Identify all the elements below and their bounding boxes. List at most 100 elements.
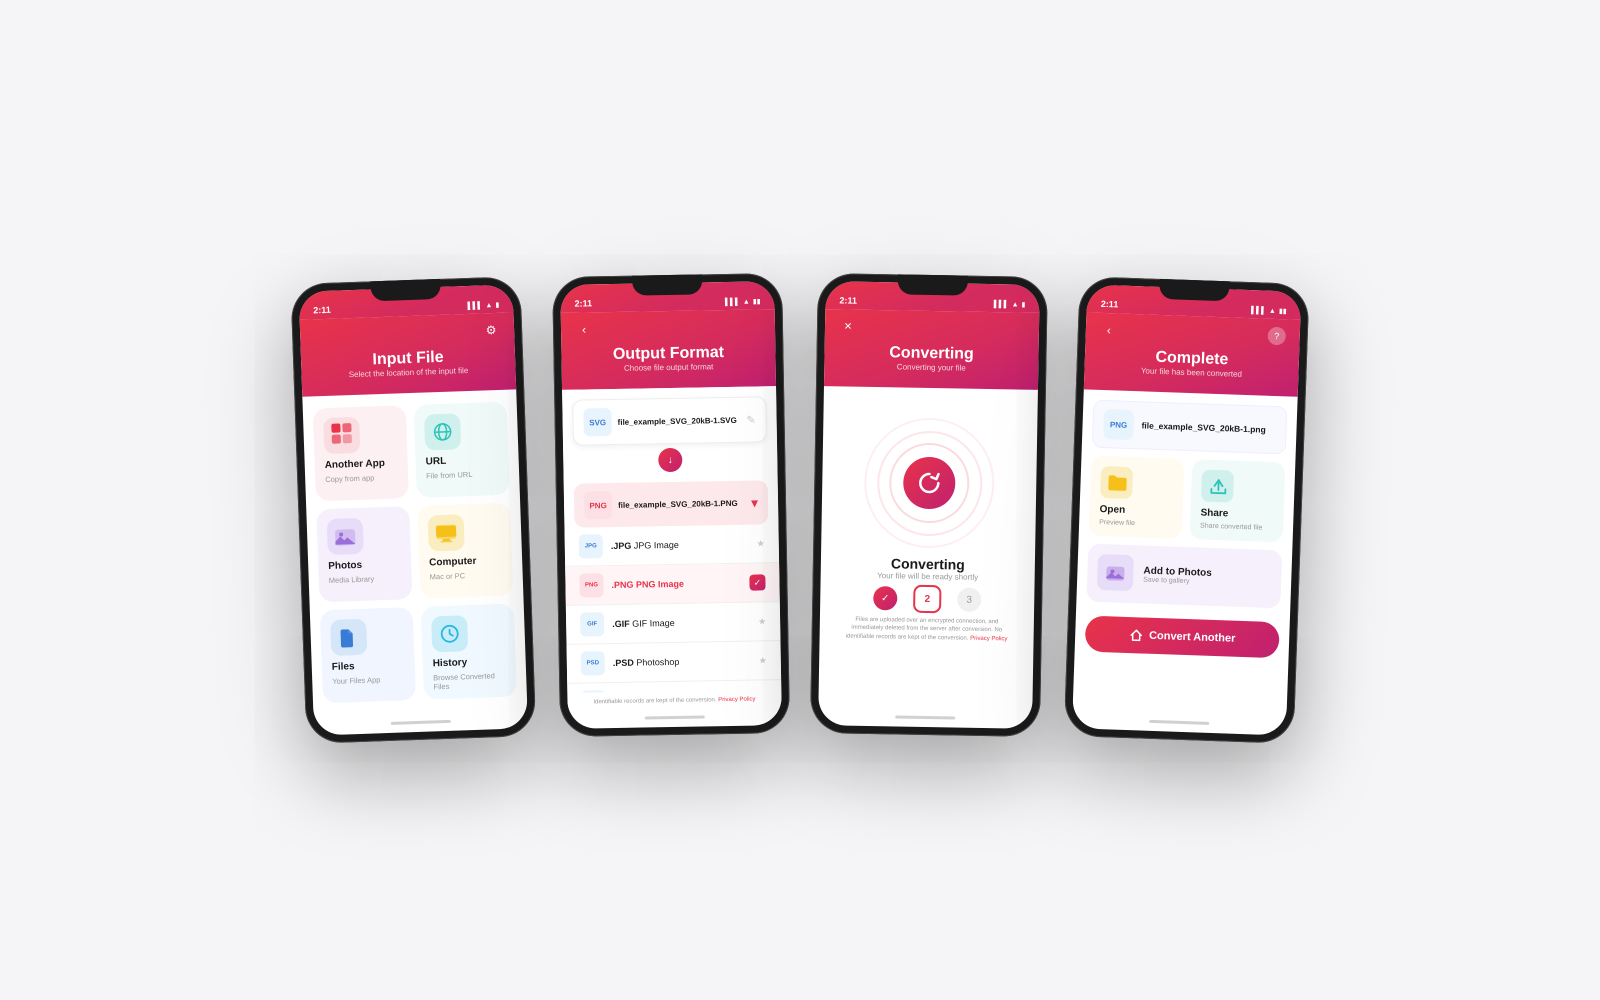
computer-icon-wrap — [428, 514, 465, 551]
header-3: ✕ Converting Converting your file — [824, 309, 1039, 390]
gif-format-icon: GIF — [580, 612, 604, 636]
back-button-2[interactable]: ‹ — [575, 320, 593, 338]
wifi-icon-3: ▲ — [1012, 301, 1019, 308]
edit-icon[interactable]: ✎ — [746, 413, 755, 426]
history-icon — [435, 619, 464, 648]
expand-icon[interactable]: ▾ — [751, 494, 758, 511]
photos-icon — [331, 522, 360, 551]
phone-1: 2:11 ▌▌▌ ▲ ▮ ⚙ Input File Select the loc… — [290, 276, 536, 744]
nav-left-1 — [314, 336, 332, 337]
add-to-photos-button[interactable]: Add to Photos Save to gallery — [1086, 544, 1282, 609]
screen-2-subtitle: Choose file output format — [576, 361, 762, 373]
back-button-4[interactable]: ‹ — [1100, 321, 1119, 340]
card-computer[interactable]: Computer Mac or PC — [417, 503, 513, 599]
header-2: ‹ Output Format Choose file output forma… — [561, 309, 776, 390]
format-item-png[interactable]: PNG .PNG PNG Image ✓ — [565, 563, 780, 606]
format-item-gif[interactable]: GIF .GIF GIF Image ★ — [566, 602, 781, 645]
input-file-grid: Another App Copy from app URL — [302, 389, 527, 715]
another-app-icon-wrap — [323, 417, 360, 454]
url-label: URL — [425, 454, 498, 468]
notch-1 — [370, 279, 441, 301]
screen-3: 2:11 ▌▌▌ ▲ ▮ ✕ Converting Converting you… — [818, 281, 1040, 729]
url-icon-wrap — [424, 413, 461, 450]
add-photos-icon — [1097, 554, 1134, 591]
input-file-name: file_example_SVG_20kB-1.SVG — [618, 415, 747, 426]
png-label: .PNG PNG Image — [611, 578, 741, 590]
input-file-bar[interactable]: SVG file_example_SVG_20kB-1.SVG ✎ — [572, 396, 767, 445]
gif-label: .GIF GIF Image — [612, 617, 750, 629]
history-sublabel: Browse Converted Files — [433, 671, 507, 692]
files-icon — [334, 623, 363, 652]
phone-2: 2:11 ▌▌▌ ▲ ▮▮ ‹ Output Format Choose fil… — [552, 273, 790, 737]
card-url[interactable]: URL File from URL — [414, 402, 510, 498]
share-button[interactable]: Share Share converted file — [1190, 459, 1286, 542]
converting-sublabel: Your file will be ready shortly — [877, 571, 978, 582]
home-indicator-4 — [1149, 719, 1209, 724]
status-time-1: 2:11 — [313, 305, 331, 316]
jpg-star: ★ — [757, 538, 765, 549]
privacy-link-3[interactable]: Privacy Policy — [970, 636, 1007, 643]
photos-icon-wrap — [327, 518, 364, 555]
card-history[interactable]: History Browse Converted Files — [421, 604, 517, 700]
spinner-container — [863, 417, 995, 549]
status-icons-3: ▌▌▌ ▲ ▮ — [994, 300, 1026, 309]
add-photos-text: Add to Photos Save to gallery — [1143, 566, 1212, 586]
card-photos[interactable]: Photos Media Library — [316, 506, 412, 602]
card-files[interactable]: Files Your Files App — [320, 607, 416, 703]
share-label: Share — [1200, 507, 1273, 521]
converting-text-area: Converting Your file will be ready short… — [877, 555, 979, 582]
converting-body: Converting Your file will be ready short… — [819, 386, 1038, 654]
psd-star: ★ — [759, 655, 767, 666]
signal-icon-3: ▌▌▌ — [994, 301, 1009, 308]
home-indicator-3 — [895, 715, 955, 719]
status-icons-4: ▌▌▌ ▲ ▮▮ — [1251, 306, 1287, 315]
arrow-down-container: ↓ — [563, 442, 778, 478]
converting-privacy: Files are uploaded over an encrypted con… — [830, 615, 1024, 644]
battery-icon: ▮ — [495, 301, 499, 309]
privacy-link-2[interactable]: Privacy Policy — [718, 696, 755, 703]
share-icon — [1201, 470, 1234, 503]
battery-icon-3: ▮ — [1021, 301, 1025, 309]
battery-icon-2: ▮▮ — [753, 297, 761, 305]
status-time-2: 2:11 — [574, 298, 592, 308]
history-icon-wrap — [431, 615, 468, 652]
screen-4: 2:11 ▌▌▌ ▲ ▮▮ ‹ ? Complete Your file has… — [1072, 284, 1301, 735]
close-button-3[interactable]: ✕ — [839, 317, 857, 335]
home-icon — [1129, 628, 1143, 642]
download-arrow-icon[interactable]: ↓ — [658, 448, 682, 472]
steps-row: ✓ 2 3 — [873, 584, 981, 614]
settings-icon[interactable]: ⚙ — [482, 321, 501, 340]
format-item-jpg[interactable]: JPG .JPG JPG Image ★ — [564, 524, 779, 567]
format-list: JPG .JPG JPG Image ★ PNG .PNG PNG Image … — [564, 524, 781, 692]
gif-star: ★ — [758, 616, 766, 627]
output-file-icon: PNG — [584, 491, 612, 519]
complete-file-bar: PNG file_example_SVG_20kB-1.png — [1092, 400, 1288, 455]
status-time-4: 2:11 — [1101, 299, 1119, 310]
header-4: ‹ ? Complete Your file has been converte… — [1084, 312, 1301, 396]
psd-format-icon: PSD — [581, 651, 605, 675]
output-file-bar[interactable]: PNG file_example_SVG_20kB-1.PNG ▾ — [574, 480, 769, 527]
open-button[interactable]: Open Preview file — [1089, 456, 1185, 539]
card-another-app[interactable]: Another App Copy from app — [313, 405, 409, 501]
help-button-4[interactable]: ? — [1267, 327, 1286, 346]
computer-icon — [432, 518, 461, 547]
screen-2: 2:11 ▌▌▌ ▲ ▮▮ ‹ Output Format Choose fil… — [560, 281, 782, 729]
input-file-body: Another App Copy from app URL — [302, 389, 527, 719]
files-icon-wrap — [330, 619, 367, 656]
history-label: History — [433, 656, 506, 670]
photos-sublabel: Media Library — [329, 573, 402, 585]
open-icon — [1100, 466, 1133, 499]
notch-4 — [1159, 279, 1230, 301]
png-check-icon: ✓ — [749, 574, 765, 590]
output-file-name: file_example_SVG_20kB-1.PNG — [618, 498, 751, 509]
phone-3: 2:11 ▌▌▌ ▲ ▮ ✕ Converting Converting you… — [810, 273, 1048, 737]
convert-another-button[interactable]: Convert Another — [1085, 616, 1280, 659]
header-nav-3: ✕ — [839, 317, 1025, 338]
phone-4: 2:11 ▌▌▌ ▲ ▮▮ ‹ ? Complete Your file has… — [1064, 276, 1310, 744]
url-sublabel: File from URL — [426, 469, 499, 481]
status-icons-1: ▌▌▌ ▲ ▮ — [467, 301, 499, 310]
notch-2 — [632, 274, 702, 295]
files-sublabel: Your Files App — [332, 674, 405, 686]
format-item-psd[interactable]: PSD .PSD Photoshop ★ — [567, 641, 782, 684]
header-nav-4: ‹ ? — [1100, 321, 1287, 345]
